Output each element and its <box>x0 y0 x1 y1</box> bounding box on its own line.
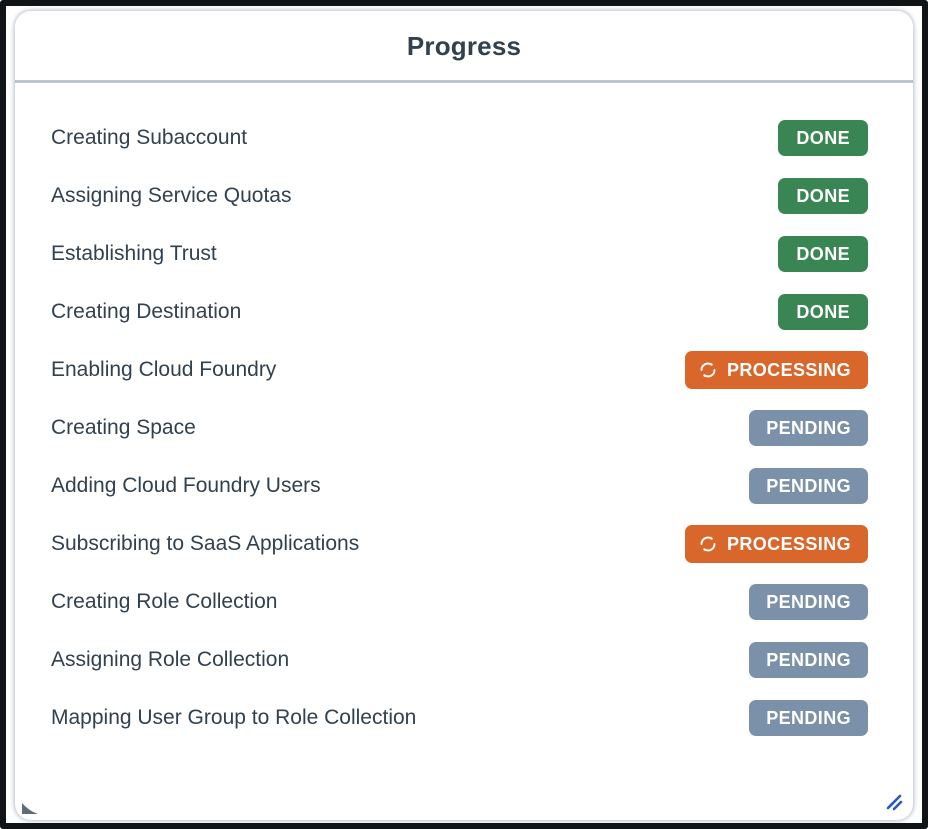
task-row: Subscribing to SaaS Applications PROCESSI… <box>51 515 868 573</box>
page-title: Progress <box>406 30 522 61</box>
status-badge-label: PROCESSING <box>726 534 851 554</box>
status-badge-label: DONE <box>796 244 850 264</box>
status-badge-label: DONE <box>796 302 850 322</box>
status-badge-pending: PENDING <box>749 700 868 736</box>
task-row: Mapping User Group to Role Collection PEN… <box>51 689 868 747</box>
progress-card: Progress Creating Subaccount DONE Assignin… <box>15 11 913 820</box>
task-label: Enabling Cloud Foundry <box>51 357 277 381</box>
sync-spinner-icon <box>698 534 718 554</box>
task-label: Creating Destination <box>51 299 242 323</box>
card-header: Progress <box>15 11 913 80</box>
status-badge-label: PROCESSING <box>726 360 851 380</box>
task-list: Creating Subaccount DONE Assigning Service… <box>15 83 913 820</box>
corner-grip-icon <box>22 800 38 814</box>
task-row: Creating Role Collection PENDING <box>51 573 868 631</box>
task-label: Assigning Service Quotas <box>51 183 292 207</box>
status-badge-label: PENDING <box>766 708 851 728</box>
progress-dialog-window: Progress Creating Subaccount DONE Assignin… <box>0 0 928 829</box>
status-badge-label: PENDING <box>766 650 851 670</box>
status-badge-done: DONE <box>778 120 868 156</box>
status-badge-done: DONE <box>778 236 868 272</box>
status-badge-pending: PENDING <box>749 642 868 678</box>
resize-grip-icon[interactable] <box>883 792 903 812</box>
status-badge-label: DONE <box>796 186 850 206</box>
status-badge-label: PENDING <box>766 476 851 496</box>
task-row: Enabling Cloud Foundry PROCESSING <box>51 341 868 399</box>
status-badge-pending: PENDING <box>749 410 868 446</box>
status-badge-label: PENDING <box>766 592 851 612</box>
task-label: Creating Subaccount <box>51 125 248 149</box>
sync-spinner-icon <box>698 360 718 380</box>
status-badge-pending: PENDING <box>749 584 868 620</box>
task-row: Adding Cloud Foundry Users PENDING <box>51 457 868 515</box>
task-row: Assigning Service Quotas DONE <box>51 167 868 225</box>
task-row: Establishing Trust DONE <box>51 225 868 283</box>
task-label: Subscribing to SaaS Applications <box>51 531 360 555</box>
task-label: Creating Space <box>51 415 196 439</box>
task-row: Assigning Role Collection PENDING <box>51 631 868 689</box>
status-badge-processing: PROCESSING <box>684 351 868 389</box>
task-label: Adding Cloud Foundry Users <box>51 473 321 497</box>
status-badge-label: PENDING <box>766 418 851 438</box>
task-row: Creating Space PENDING <box>51 399 868 457</box>
status-badge-done: DONE <box>778 178 868 214</box>
task-label: Mapping User Group to Role Collection <box>51 705 417 729</box>
status-badge-processing: PROCESSING <box>684 525 868 563</box>
task-label: Creating Role Collection <box>51 589 278 613</box>
task-label: Assigning Role Collection <box>51 647 290 671</box>
status-badge-done: DONE <box>778 294 868 330</box>
task-row: Creating Subaccount DONE <box>51 109 868 167</box>
status-badge-label: DONE <box>796 128 850 148</box>
task-label: Establishing Trust <box>51 241 217 265</box>
task-row: Creating Destination DONE <box>51 283 868 341</box>
status-badge-pending: PENDING <box>749 468 868 504</box>
